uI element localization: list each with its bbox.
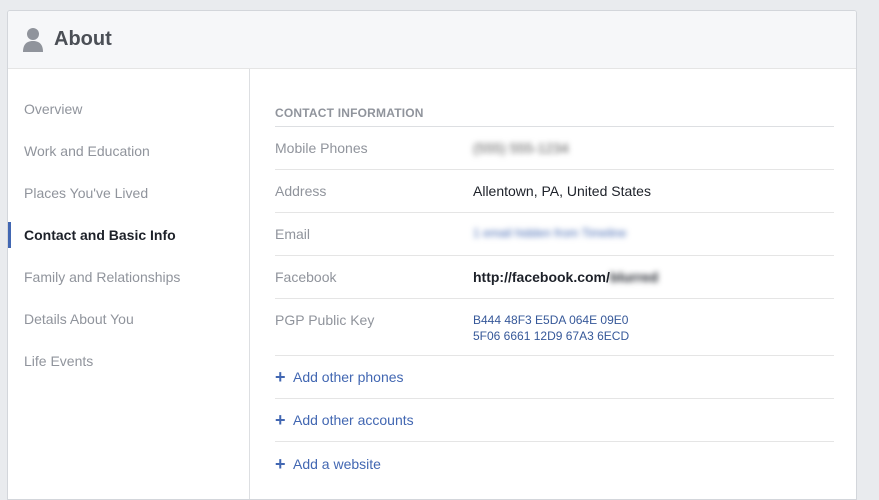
sidebar-item-work-and-education[interactable]: Work and Education	[8, 130, 249, 172]
add-other-accounts-label[interactable]: Add other accounts	[293, 412, 414, 428]
pgp-key-value: B444 48F3 E5DA 064E 09E0 5F06 6661 12D9 …	[473, 312, 629, 344]
email-label: Email	[275, 226, 311, 242]
mobile-phones-value: (555) 555-1234	[473, 140, 569, 156]
add-website-button[interactable]: + Add a website	[275, 442, 834, 485]
email-value[interactable]: 1 email hidden from Timeline	[473, 226, 626, 240]
sidebar-item-overview[interactable]: Overview	[8, 88, 249, 130]
sidebar-item-places-lived[interactable]: Places You've Lived	[8, 172, 249, 214]
plus-icon: +	[275, 410, 286, 430]
mobile-phones-label: Mobile Phones	[275, 140, 368, 156]
plus-icon: +	[275, 453, 286, 474]
facebook-url-prefix[interactable]: http://facebook.com/	[473, 269, 610, 285]
pgp-key-row: PGP Public Key B444 48F3 E5DA 064E 09E0 …	[275, 299, 834, 356]
sidebar-item-details-about-you[interactable]: Details About You	[8, 298, 249, 340]
add-other-phones-label[interactable]: Add other phones	[293, 369, 404, 385]
sidebar-item-contact-basic-info[interactable]: Contact and Basic Info	[8, 214, 249, 256]
email-row: Email 1 email hidden from Timeline	[275, 213, 834, 256]
pgp-key-label: PGP Public Key	[275, 312, 375, 328]
address-value: Allentown, PA, United States	[473, 183, 651, 199]
person-silhouette-icon	[22, 27, 44, 53]
facebook-label: Facebook	[275, 269, 337, 285]
facebook-username[interactable]: blurred	[610, 269, 658, 285]
section-title: CONTACT INFORMATION	[275, 106, 424, 120]
add-other-phones-button[interactable]: + Add other phones	[275, 356, 834, 399]
about-header: About	[8, 11, 856, 69]
pgp-key-line-1: B444 48F3 E5DA 064E 09E0	[473, 313, 629, 327]
pgp-key-line-2: 5F06 6661 12D9 67A3 6ECD	[473, 329, 630, 343]
facebook-url[interactable]: http://facebook.com/blurred	[473, 269, 658, 285]
about-card: About Overview Work and Education Places…	[7, 10, 857, 500]
sidebar-item-life-events[interactable]: Life Events	[8, 340, 249, 382]
mobile-phones-row: Mobile Phones (555) 555-1234	[275, 127, 834, 170]
plus-icon: +	[275, 367, 286, 387]
add-website-label[interactable]: Add a website	[293, 456, 381, 472]
address-row: Address Allentown, PA, United States	[275, 170, 834, 213]
address-label: Address	[275, 183, 327, 199]
page-title: About	[54, 28, 112, 50]
sidebar-item-family-relationships[interactable]: Family and Relationships	[8, 256, 249, 298]
add-other-accounts-button[interactable]: + Add other accounts	[275, 399, 834, 442]
about-sidebar: Overview Work and Education Places You'v…	[8, 69, 250, 499]
facebook-row: Facebook http://facebook.com/blurred	[275, 256, 834, 299]
